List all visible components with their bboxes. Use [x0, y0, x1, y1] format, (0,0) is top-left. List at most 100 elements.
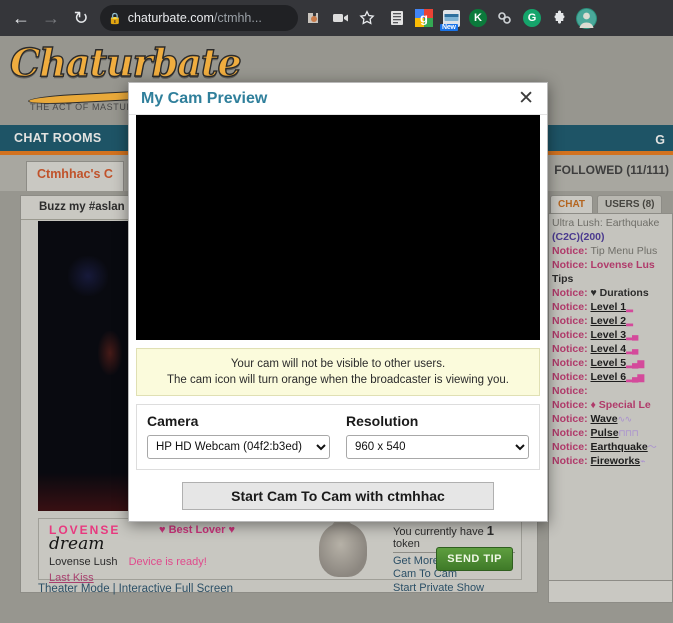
start-cam-to-cam-button[interactable]: Start Cam To Cam with ctmhhac	[182, 482, 494, 510]
lovense-product: dream	[49, 534, 105, 554]
nav-item-chat-rooms[interactable]: CHAT ROOMS	[0, 123, 116, 153]
room-tab[interactable]: Ctmhhac's C	[26, 161, 124, 191]
signal-bars-icon: ▂▄	[626, 344, 638, 354]
tab-chat[interactable]: CHAT	[550, 195, 594, 213]
nav-item-right[interactable]: G	[655, 125, 665, 155]
chat-message: Notice: ♥ Durations	[552, 286, 669, 300]
chat-message: Notice: Lovense Lus	[552, 258, 669, 272]
extension-puzzle-icon[interactable]	[300, 5, 326, 31]
waveform-icon: ⌁	[640, 456, 646, 466]
link-icon[interactable]	[493, 6, 517, 30]
token-count: 1	[486, 523, 495, 538]
waveform-icon: 〜	[647, 442, 657, 452]
token-prefix: You currently have	[393, 526, 484, 538]
video-camera-icon[interactable]	[327, 5, 353, 31]
modal-action-row: Start Cam To Cam with ctmhhac	[129, 470, 547, 510]
chat-message: Notice: Pulse ⊓⊓⊓	[552, 426, 669, 440]
chat-notice-prefix: Notice:	[552, 413, 591, 425]
profile-avatar-icon[interactable]	[574, 6, 598, 30]
chat-message: Ultra Lush: Earthquake	[552, 216, 669, 230]
chat-message: Notice:	[552, 384, 669, 398]
chat-message-text: Tip Menu Plus	[590, 245, 658, 257]
followed-count[interactable]: FOLLOWED (11/111)	[554, 163, 669, 177]
cam-preview-modal: My Cam Preview ✕ Your cam will not be vi…	[128, 82, 548, 522]
chat-message: Notice: Level 2 ▂	[552, 314, 669, 328]
tab-users[interactable]: USERS (8)	[597, 195, 663, 213]
signal-bars-icon: ▂	[626, 302, 633, 312]
chat-message: Notice: Level 4 ▂▄	[552, 342, 669, 356]
token-suffix: token	[393, 538, 420, 550]
waveform-icon: ∿∿	[617, 414, 633, 424]
camera-field: Camera HP HD Webcam (04f2:b3ed)	[147, 413, 330, 459]
chat-message-text: Level 5	[590, 357, 627, 369]
chat-notice-prefix: Notice:	[552, 357, 591, 369]
chat-notice-prefix: Notice:	[552, 427, 591, 439]
signal-bars-icon: ▂▄▆	[626, 358, 644, 368]
chat-notice-prefix: Notice:	[552, 385, 588, 397]
resolution-label: Resolution	[346, 413, 419, 429]
camera-select[interactable]: HP HD Webcam (04f2:b3ed)	[147, 435, 330, 459]
resolution-select[interactable]: 960 x 540	[346, 435, 529, 459]
close-x-icon[interactable]: ✕	[515, 89, 537, 108]
chat-message-text: Level 4	[590, 343, 627, 355]
camera-label: Camera	[147, 413, 199, 429]
chat-message: Notice: Fireworks ⌁	[552, 454, 669, 468]
url-text: chaturbate.com/ctmhh...	[127, 11, 262, 25]
logo-tagline: THE ACT OF MASTUR	[30, 102, 134, 112]
new-badge-icon[interactable]: New	[439, 6, 463, 31]
chat-notice-prefix: Notice:	[552, 287, 591, 299]
reload-icon[interactable]: ↻	[66, 3, 96, 33]
cam-warning-line-1: Your cam will not be visible to other us…	[230, 358, 446, 370]
tip-panel: You currently have 1 token Get More Toke…	[389, 519, 521, 594]
chat-message-text: Tips	[552, 273, 574, 285]
chat-message-text: Fireworks	[590, 455, 641, 467]
chat-message: Notice: Earthquake 〜	[552, 440, 669, 454]
chat-message: Notice: Tip Menu Plus	[552, 244, 669, 258]
chat-message-text: ♦ Special Le	[590, 399, 651, 411]
chat-message-text: Lovense Lus	[590, 259, 655, 271]
send-tip-button[interactable]: SEND TIP	[436, 547, 513, 571]
cam-warning-message: Your cam will not be visible to other us…	[136, 348, 540, 396]
chat-message-list[interactable]: Ultra Lush: Earthquake (C2C)(200) Notice: …	[548, 213, 673, 581]
bookmark-star-icon[interactable]	[354, 5, 380, 31]
chat-message-text: Level 2	[590, 315, 627, 327]
extensions-puzzle-icon[interactable]	[547, 6, 571, 30]
grammarly-icon[interactable]: G	[520, 6, 544, 30]
back-arrow-icon[interactable]: ←	[6, 3, 36, 33]
signal-bars-icon: ▂▄▆	[626, 372, 644, 382]
modal-header: My Cam Preview ✕	[129, 83, 547, 115]
reading-list-icon[interactable]	[385, 6, 409, 30]
start-private-show-link[interactable]: Start Private Show	[393, 582, 515, 594]
lovense-info: LOVENSE dream ♥ Best Lover ♥ Lovense Lus…	[39, 519, 307, 584]
interactive-full-screen-link[interactable]: Interactive Full Screen	[119, 583, 233, 595]
chat-notice-prefix: Notice:	[552, 371, 591, 383]
chat-message-text: ♥ Durations	[590, 287, 649, 299]
chat-message: Tips	[552, 272, 669, 286]
modal-title: My Cam Preview	[141, 89, 268, 107]
resolution-field: Resolution 960 x 540	[346, 413, 529, 459]
cam-preview-video	[136, 115, 540, 340]
stage-footer-links: Theater Mode | Interactive Full Screen	[38, 583, 233, 595]
figure-body	[319, 523, 367, 577]
logo-wordmark: Chaturbate	[9, 39, 242, 85]
signal-bars-icon: ▂	[626, 316, 633, 326]
forward-arrow-icon[interactable]: →	[36, 3, 66, 33]
chat-notice-prefix: Notice:	[552, 259, 591, 271]
kaspersky-icon[interactable]: K	[466, 6, 490, 30]
lock-icon: 🔒	[108, 12, 122, 25]
browser-toolbar: ← → ↻ 🔒 chaturbate.com/ctmhh... g New K …	[0, 0, 673, 36]
chat-message-text: (C2C)(200)	[552, 231, 605, 243]
theater-mode-link[interactable]: Theater Mode	[38, 583, 110, 595]
chat-message: Notice: Wave ∿∿	[552, 412, 669, 426]
chat-message-text: Level 1	[590, 301, 627, 313]
video-highlight-c	[98, 331, 122, 375]
address-bar[interactable]: 🔒 chaturbate.com/ctmhh...	[100, 5, 298, 31]
cam-warning-line-2: The cam icon will turn orange when the b…	[167, 374, 509, 386]
chat-notice-prefix: Notice:	[552, 329, 591, 341]
lovense-panel: LOVENSE dream ♥ Best Lover ♥ Lovense Lus…	[38, 518, 522, 594]
google-icon[interactable]: g	[412, 6, 436, 30]
chat-input[interactable]	[548, 581, 673, 603]
site-logo[interactable]: Chaturbate	[9, 39, 242, 106]
chat-message: Notice: Level 3 ▂▄	[552, 328, 669, 342]
chat-notice-prefix: Notice:	[552, 301, 591, 313]
